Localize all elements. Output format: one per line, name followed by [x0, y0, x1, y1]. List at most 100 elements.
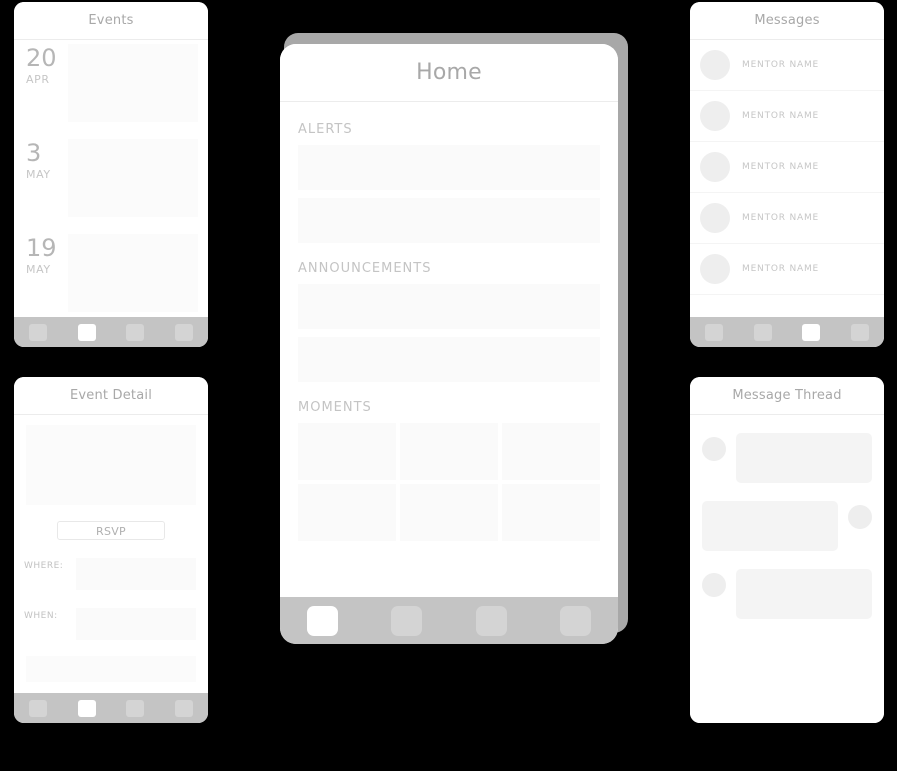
alert-item-placeholder[interactable]	[298, 198, 600, 243]
avatar	[700, 152, 730, 182]
phone-screen-message-thread: Message Thread	[690, 377, 884, 723]
event-month: MAY	[26, 168, 51, 182]
avatar	[700, 254, 730, 284]
message-list-item[interactable]: MENTOR NAME	[690, 91, 884, 142]
tab-button-4[interactable]	[174, 323, 193, 341]
message-list-item[interactable]: MENTOR NAME	[690, 193, 884, 244]
mentor-name: MENTOR NAME	[742, 264, 820, 274]
where-value-placeholder	[76, 558, 196, 590]
moment-thumbnail[interactable]	[298, 484, 396, 541]
event-list-item[interactable]: 19 MAY	[14, 230, 208, 317]
tab-button-4[interactable]	[174, 699, 193, 717]
message-thread-body	[690, 415, 884, 723]
messages-tab-bar	[690, 317, 884, 347]
tab-button-2[interactable]	[391, 605, 423, 636]
phone-screen-home: Home ALERTS ANNOUNCEMENTS MOMENTS	[280, 44, 618, 644]
messages-list: MENTOR NAME MENTOR NAME MENTOR NAME MENT…	[690, 40, 884, 317]
messages-title: Messages	[754, 13, 820, 28]
home-body: ALERTS ANNOUNCEMENTS MOMENTS	[280, 102, 618, 597]
message-list-item[interactable]: MENTOR NAME	[690, 244, 884, 295]
event-month: APR	[26, 73, 50, 87]
when-value-placeholder	[76, 608, 196, 640]
detail-field-when: WHEN:	[14, 608, 208, 640]
avatar	[702, 573, 726, 597]
bubble-placeholder[interactable]	[736, 433, 872, 483]
event-day: 20	[26, 44, 57, 72]
phone-screen-events: Events 20 APR 3 MAY 19 MAY	[14, 2, 208, 347]
moment-thumbnail[interactable]	[502, 484, 600, 541]
alerts-section-label: ALERTS	[298, 122, 353, 137]
tab-button-2[interactable]	[77, 699, 96, 717]
tab-button-1[interactable]	[705, 323, 724, 341]
message-bubble-incoming	[690, 433, 884, 483]
messages-nav-bar: Messages	[690, 2, 884, 40]
announcement-item-placeholder[interactable]	[298, 337, 600, 382]
tab-button-2[interactable]	[77, 323, 96, 341]
event-detail-title: Event Detail	[69, 388, 153, 403]
message-thread-nav-bar: Message Thread	[690, 377, 884, 415]
event-thumbnail-placeholder	[68, 234, 198, 312]
mentor-name: MENTOR NAME	[742, 60, 820, 70]
event-month: MAY	[26, 263, 51, 277]
tab-button-2[interactable]	[753, 323, 772, 341]
message-list-item[interactable]: MENTOR NAME	[690, 40, 884, 91]
when-label: WHEN:	[24, 611, 58, 621]
alert-item-placeholder[interactable]	[298, 145, 600, 190]
tab-button-3[interactable]	[475, 605, 507, 636]
event-day: 3	[26, 139, 42, 167]
home-nav-bar: Home	[280, 44, 618, 102]
message-thread-title: Message Thread	[732, 388, 842, 403]
event-hero-image-placeholder	[26, 425, 196, 505]
tab-button-3[interactable]	[126, 323, 145, 341]
events-list: 20 APR 3 MAY 19 MAY	[14, 40, 208, 317]
message-bubble-incoming	[690, 569, 884, 619]
mentor-name: MENTOR NAME	[742, 213, 820, 223]
announcement-item-placeholder[interactable]	[298, 284, 600, 329]
moments-section-label: MOMENTS	[298, 400, 372, 415]
event-detail-footer-placeholder	[26, 656, 196, 682]
event-thumbnail-placeholder	[68, 44, 198, 122]
avatar	[700, 101, 730, 131]
phone-screen-messages: Messages MENTOR NAME MENTOR NAME MENTOR …	[690, 2, 884, 347]
tab-button-1[interactable]	[29, 699, 48, 717]
tab-button-1[interactable]	[306, 605, 338, 636]
bubble-placeholder[interactable]	[736, 569, 872, 619]
avatar	[700, 50, 730, 80]
section-alerts: ALERTS	[280, 122, 618, 243]
tab-button-4[interactable]	[560, 605, 592, 636]
bubble-placeholder[interactable]	[702, 501, 838, 551]
event-thumbnail-placeholder	[68, 139, 198, 217]
mentor-name: MENTOR NAME	[742, 162, 820, 172]
home-tab-bar	[280, 597, 618, 644]
rsvp-button[interactable]: RSVP	[57, 521, 165, 540]
tab-button-3[interactable]	[126, 699, 145, 717]
event-date: 3 MAY	[14, 135, 68, 181]
avatar	[702, 437, 726, 461]
moment-thumbnail[interactable]	[400, 484, 498, 541]
section-moments: MOMENTS	[280, 400, 618, 541]
events-nav-bar: Events	[14, 2, 208, 40]
event-detail-nav-bar: Event Detail	[14, 377, 208, 415]
moment-thumbnail[interactable]	[400, 423, 498, 480]
home-title: Home	[416, 60, 482, 85]
event-detail-tab-bar	[14, 693, 208, 723]
phone-screen-event-detail: Event Detail RSVP WHERE: WHEN:	[14, 377, 208, 723]
mentor-name: MENTOR NAME	[742, 111, 820, 121]
events-tab-bar	[14, 317, 208, 347]
event-detail-body: RSVP WHERE: WHEN:	[14, 415, 208, 693]
avatar	[848, 505, 872, 529]
where-label: WHERE:	[24, 561, 64, 571]
event-list-item[interactable]: 3 MAY	[14, 135, 208, 230]
moment-thumbnail[interactable]	[502, 423, 600, 480]
tab-button-1[interactable]	[29, 323, 48, 341]
moment-thumbnail[interactable]	[298, 423, 396, 480]
avatar	[700, 203, 730, 233]
message-list-item[interactable]: MENTOR NAME	[690, 142, 884, 193]
moments-grid	[298, 423, 600, 541]
event-date: 20 APR	[14, 40, 68, 86]
event-list-item[interactable]: 20 APR	[14, 40, 208, 135]
tab-button-3[interactable]	[802, 323, 821, 341]
section-announcements: ANNOUNCEMENTS	[280, 261, 618, 382]
detail-field-where: WHERE:	[14, 558, 208, 590]
tab-button-4[interactable]	[850, 323, 869, 341]
